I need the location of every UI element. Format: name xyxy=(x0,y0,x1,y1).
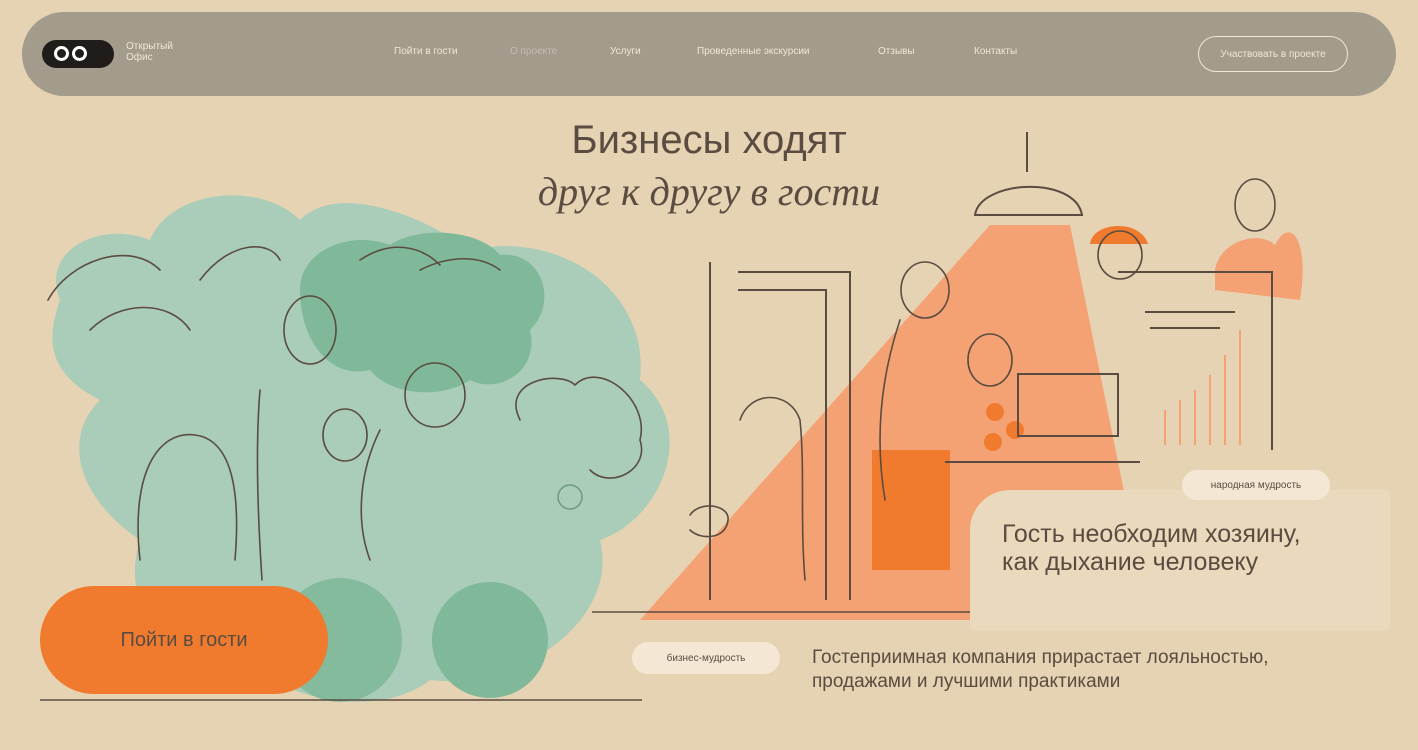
orange-panel xyxy=(872,450,950,570)
folk-wisdom-quote: Гость необходим хозяину, как дыхание чел… xyxy=(1002,520,1382,576)
folk-quote-line-1: Гость необходим хозяину, xyxy=(1002,520,1301,548)
go-visit-button[interactable]: Пойти в гости xyxy=(40,586,328,694)
business-text-line-2: продажами и лучшими практиками xyxy=(812,671,1121,692)
business-wisdom-tag: бизнес-мудрость xyxy=(632,642,780,674)
growth-chart xyxy=(1164,330,1241,445)
hard-hat-shape xyxy=(1090,225,1148,244)
hair-shape xyxy=(1215,232,1303,300)
hero-title: Бизнесы ходят xyxy=(571,118,847,162)
folk-wisdom-tag: народная мудрость xyxy=(1182,470,1330,500)
folk-quote-line-2: как дыхание человеку xyxy=(1002,548,1259,576)
hero-subtitle: друг к другу в гости xyxy=(537,169,881,214)
dress-dots xyxy=(986,403,1004,421)
dress-dots-3 xyxy=(984,433,1002,451)
business-wisdom-text: Гостеприимная компания прирастает лояльн… xyxy=(812,646,1372,694)
business-text-line-1: Гостеприимная компания прирастает лояльн… xyxy=(812,647,1269,668)
bike-wheel-front xyxy=(432,582,548,698)
